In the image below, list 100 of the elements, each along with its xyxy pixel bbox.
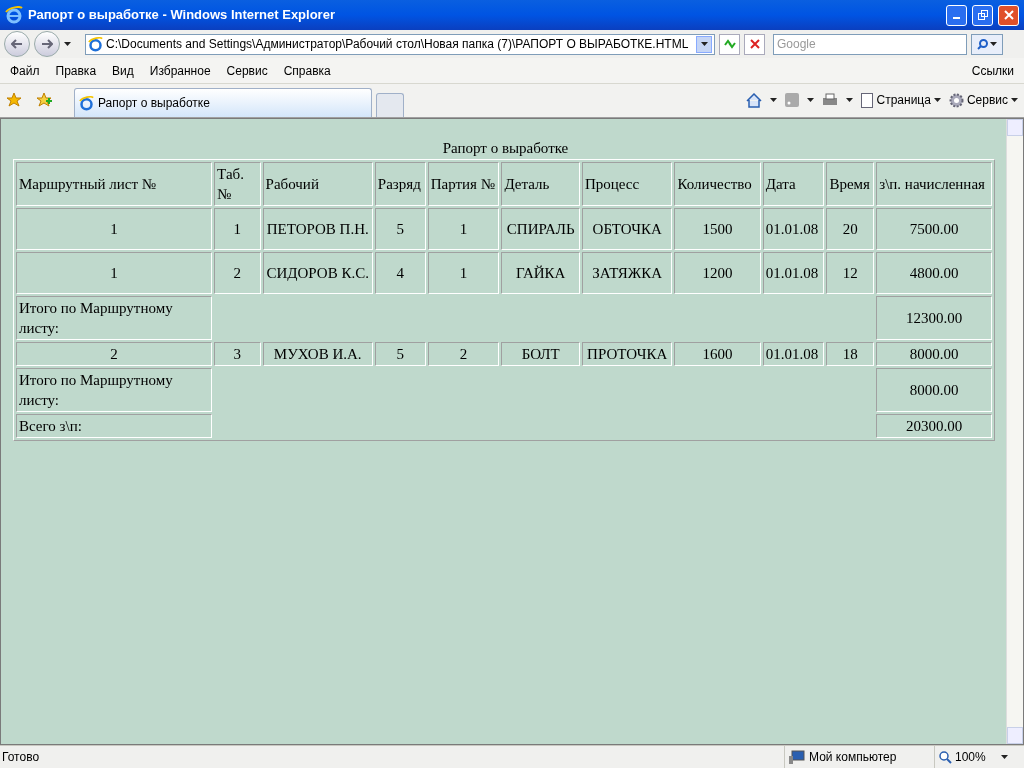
column-header: Деталь <box>501 162 580 206</box>
column-header: з\п. начисленная <box>876 162 992 206</box>
magnifier-icon <box>939 750 952 764</box>
stop-button[interactable] <box>744 33 765 55</box>
column-header: Партия № <box>427 162 500 206</box>
search-field[interactable]: Google <box>773 33 967 55</box>
search-icon <box>977 38 988 50</box>
left-arrow-icon <box>11 39 23 49</box>
summary-label: Итого по Маршрутному листу: <box>16 296 213 340</box>
close-button[interactable] <box>998 4 1019 26</box>
dropdown-button[interactable] <box>696 35 712 53</box>
table-cell: 4800.00 <box>876 252 992 294</box>
table-cell: ГАЙКА <box>501 252 580 294</box>
menu-item[interactable]: Справка <box>283 61 331 80</box>
table-cell: 8000.00 <box>876 342 992 366</box>
maximize-icon <box>977 10 988 20</box>
page-icon <box>88 36 103 52</box>
back-button[interactable] <box>4 31 30 57</box>
right-arrow-icon <box>41 39 53 49</box>
caret-icon[interactable] <box>700 42 708 46</box>
page-title: Рапорт о выработке <box>442 139 569 157</box>
close-icon <box>749 39 760 49</box>
caret-icon[interactable] <box>1000 755 1008 759</box>
summary-label: Итого по Маршрутному листу: <box>16 368 213 412</box>
summary-total: 12300.00 <box>876 296 992 340</box>
table-cell: 01.01.08 <box>762 342 825 366</box>
table-cell: ПРОТОЧКА <box>581 342 673 366</box>
scrollbar[interactable] <box>1006 119 1023 744</box>
column-header: Рабочий <box>262 162 373 206</box>
table-cell: 1 <box>427 208 500 250</box>
menu-item[interactable]: Избранное <box>149 61 211 80</box>
window-title: Рапорт о выработке - Windows Internet Explorer <box>28 6 336 25</box>
add-favorite-icon[interactable] <box>36 92 52 108</box>
home-icon[interactable] <box>745 92 762 108</box>
refresh-button[interactable] <box>719 33 740 55</box>
close-icon <box>1003 10 1014 20</box>
table-cell: 1200 <box>674 252 761 294</box>
menu-item[interactable]: Файл <box>10 61 40 80</box>
table-cell: 1 <box>427 252 500 294</box>
column-header: Разряд <box>374 162 426 206</box>
caret-icon[interactable] <box>1011 98 1018 102</box>
table-cell: 2 <box>16 342 213 366</box>
caret-icon[interactable] <box>933 98 941 102</box>
table-cell: ЗАТЯЖКА <box>581 252 673 294</box>
column-header: Маршрутный лист № <box>16 162 213 206</box>
table-cell: 2 <box>427 342 500 366</box>
caret-icon[interactable] <box>769 98 777 102</box>
summary-total: 8000.00 <box>876 368 992 412</box>
table-cell: СИДОРОВ К.С. <box>262 252 373 294</box>
caret-icon[interactable] <box>990 42 997 46</box>
maximize-button[interactable] <box>972 4 993 26</box>
tools-menu-button[interactable]: Сервис <box>948 91 1018 109</box>
browser-tab[interactable]: Рапорт о выработке <box>74 88 372 117</box>
column-header: Таб.№ <box>214 162 261 206</box>
table-cell: БОЛТ <box>501 342 580 366</box>
table-cell: ПЕТОРОВ П.Н. <box>262 208 373 250</box>
page-icon <box>79 95 94 111</box>
caret-icon[interactable] <box>64 42 71 46</box>
summary-total: 20300.00 <box>876 414 992 438</box>
refresh-icon <box>722 38 737 50</box>
table-cell: 4 <box>374 252 426 294</box>
table-cell: 1 <box>214 208 261 250</box>
star-icon[interactable] <box>6 92 22 108</box>
table-cell: 1500 <box>674 208 761 250</box>
caret-icon[interactable] <box>806 98 814 102</box>
minimize-button[interactable] <box>946 4 967 26</box>
document-icon <box>860 92 874 108</box>
column-header: Процесс <box>581 162 673 206</box>
table-cell: 20 <box>826 208 875 250</box>
search-button[interactable] <box>971 33 1003 55</box>
table-cell: 12 <box>826 252 875 294</box>
menu-item[interactable]: Вид <box>112 61 134 80</box>
table-cell: СПИРАЛЬ <box>501 208 580 250</box>
links-label[interactable]: Ссылки <box>971 61 1014 80</box>
table-cell: 3 <box>214 342 261 366</box>
summary-label: Всего з\п: <box>16 414 213 438</box>
table-cell: 7500.00 <box>876 208 992 250</box>
address-text: C:\Documents and Settings\Администратор\Рабочий стол\Новая папка (7)\РАПОРТ О ВЫРАБОТКЕ.HTML <box>106 36 690 53</box>
table-cell: 1600 <box>674 342 761 366</box>
zone-text: Мой компьютер <box>809 749 897 766</box>
table-cell: 01.01.08 <box>762 252 825 294</box>
zoom-button[interactable]: 100% <box>939 748 986 766</box>
column-header: Количество <box>674 162 761 206</box>
page-menu-button[interactable]: Страница <box>860 91 941 109</box>
table-cell: 01.01.08 <box>762 208 825 250</box>
caret-icon[interactable] <box>845 98 853 102</box>
forward-button[interactable] <box>34 31 60 57</box>
gear-icon <box>948 92 964 108</box>
address-field[interactable]: C:\Documents and Settings\Администратор\Рабочий стол\Новая папка (7)\РАПОРТ О ВЫРАБОТКЕ.HTML <box>85 33 715 55</box>
table-cell: МУХОВ И.А. <box>262 342 373 366</box>
menu-item[interactable]: Сервис <box>226 61 268 80</box>
printer-icon[interactable] <box>821 93 838 107</box>
table-cell: ОБТОЧКА <box>581 208 673 250</box>
status-text: Готово <box>1 749 41 766</box>
computer-icon <box>789 750 805 764</box>
table-cell: 5 <box>374 342 426 366</box>
column-header: Дата <box>762 162 825 206</box>
menu-item[interactable]: Правка <box>55 61 97 80</box>
table-cell: 1 <box>16 208 213 250</box>
table-cell: 2 <box>214 252 261 294</box>
